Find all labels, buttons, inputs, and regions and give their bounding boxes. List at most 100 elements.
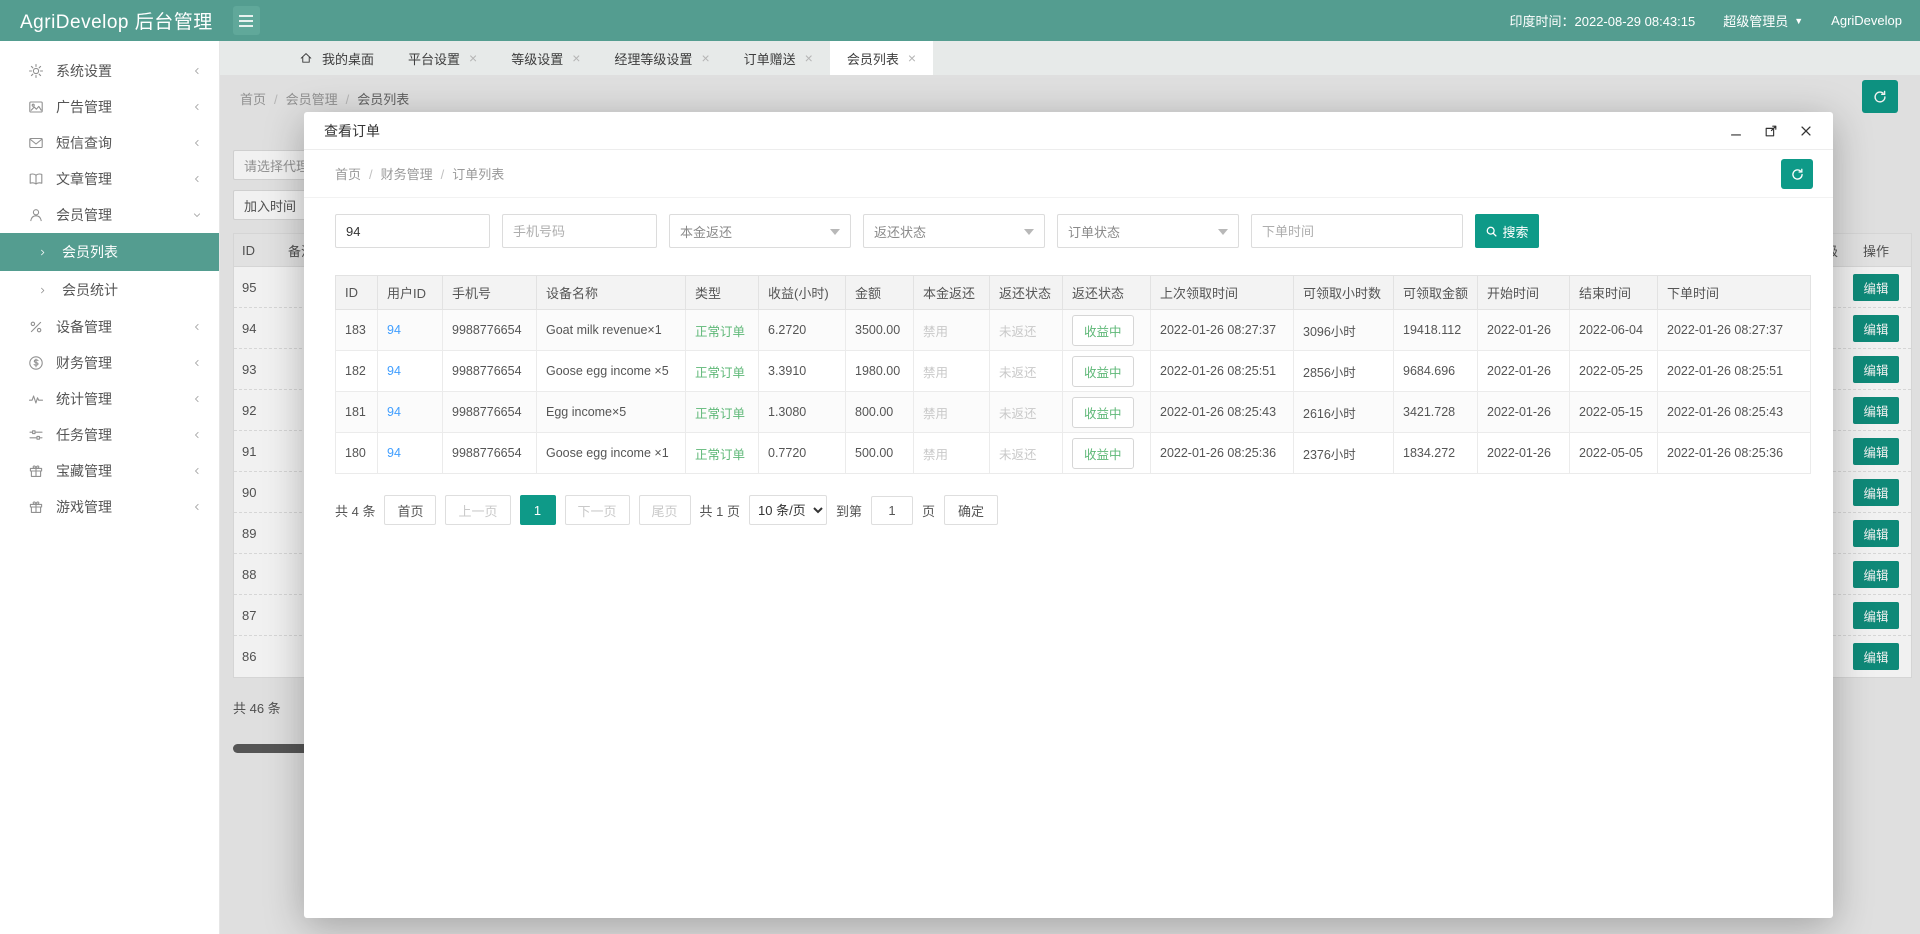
caret-down-icon [830, 229, 840, 235]
sidebar-item-task-management[interactable]: 任务管理 [0, 417, 219, 453]
phone-input[interactable] [502, 214, 657, 248]
order-status-select[interactable]: 订单状态 [1057, 214, 1239, 248]
breadcrumb-item[interactable]: 会员列表 [357, 92, 409, 107]
prev-page-button[interactable]: 上一页 [445, 495, 511, 525]
edit-button[interactable]: 编辑 [1853, 437, 1899, 465]
sidebar-item-treasure-management[interactable]: 宝藏管理 [0, 453, 219, 489]
tab-1[interactable]: 平台设置 × [391, 41, 494, 75]
tab-4[interactable]: 订单赠送 × [727, 41, 830, 75]
first-page-button[interactable]: 首页 [384, 495, 437, 525]
sidebar-subitem-member-stats[interactable]: 会员统计 [0, 271, 219, 309]
app-header: AgriDevelop 后台管理 印度时间：2022-08-29 08:43:1… [0, 0, 1920, 41]
order-time-input[interactable] [1251, 214, 1463, 248]
goto-unit: 页 [922, 503, 936, 519]
breadcrumb: 首页 / 财务管理 / 订单列表 [335, 167, 505, 182]
mail-icon [28, 135, 44, 151]
user-id-input[interactable] [335, 214, 490, 248]
coin-icon [28, 355, 44, 371]
sliders-icon [28, 427, 44, 443]
tab-2[interactable]: 等级设置 × [494, 41, 597, 75]
sidebar-item-game-management[interactable]: 游戏管理 [0, 489, 219, 525]
edit-button[interactable]: 编辑 [1853, 643, 1899, 670]
breadcrumb-item[interactable]: 首页 [335, 167, 361, 182]
principal-return-select[interactable]: 本金返还 [669, 214, 851, 248]
income-status-button[interactable]: 收益中 [1072, 314, 1134, 346]
sidebar-submenu: 会员列表 会员统计 [0, 233, 219, 309]
order-row: 180 94 9988776654 Goose egg income ×1 正常订单 0.… [335, 432, 1811, 474]
current-page-button[interactable]: 1 [519, 495, 556, 525]
chevron-left-icon [191, 101, 203, 113]
search-button[interactable]: 搜索 [1475, 214, 1539, 248]
breadcrumb-item[interactable]: 会员管理 [286, 92, 338, 107]
minimize-icon[interactable] [1729, 124, 1743, 138]
breadcrumb-item[interactable]: 订单列表 [452, 167, 504, 182]
sidebar-item-stats-management[interactable]: 统计管理 [0, 381, 219, 417]
edit-button[interactable]: 编辑 [1853, 396, 1899, 424]
sidebar-item-finance-management[interactable]: 财务管理 [0, 345, 219, 381]
income-status-button[interactable]: 收益中 [1072, 355, 1134, 387]
sidebar-item-article-management[interactable]: 文章管理 [0, 161, 219, 197]
confirm-button[interactable]: 确定 [944, 495, 999, 525]
pagination-total: 共 4 条 [335, 503, 376, 519]
refresh-button[interactable] [1781, 159, 1813, 189]
sidebar-menu: 系统设置 广告管理 短信查询 文章管理 会员管理 会员列表 会员统计 设备管理 财务管理 统计管理… [0, 41, 219, 525]
breadcrumb: 首页 / 会员管理 / 会员列表 [240, 92, 410, 107]
user-role-label: 超级管理员 [1723, 14, 1789, 29]
edit-button[interactable]: 编辑 [1853, 355, 1899, 383]
sidebar-item-member-management[interactable]: 会员管理 [0, 197, 219, 233]
breadcrumb-item[interactable]: 首页 [240, 92, 266, 107]
edit-button[interactable]: 编辑 [1853, 273, 1899, 301]
close-icon[interactable]: × [469, 51, 477, 65]
next-page-button[interactable]: 下一页 [564, 495, 630, 525]
user-id-link[interactable]: 94 [387, 323, 401, 337]
column-header: 上次领取时间 [1150, 275, 1294, 310]
return-status-select[interactable]: 返还状态 [863, 214, 1045, 248]
brand-name[interactable]: AgriDevelop [1831, 13, 1902, 28]
server-time: 印度时间：2022-08-29 08:43:15 [1509, 14, 1696, 29]
maximize-icon[interactable] [1764, 124, 1778, 138]
pulse-icon [28, 391, 44, 407]
edit-button[interactable]: 编辑 [1853, 601, 1899, 629]
sidebar-item-ad-management[interactable]: 广告管理 [0, 89, 219, 125]
order-row: 182 94 9988776654 Goose egg income ×5 正常订单 3.… [335, 350, 1811, 392]
column-header: 设备名称 [536, 275, 686, 310]
sidebar-item-system-settings[interactable]: 系统设置 [0, 53, 219, 89]
edit-button[interactable]: 编辑 [1853, 560, 1899, 588]
member-id: 95 [242, 279, 257, 295]
book-icon [28, 171, 44, 187]
user-id-link[interactable]: 94 [387, 364, 401, 378]
income-status-button[interactable]: 收益中 [1072, 437, 1134, 469]
gear-icon [28, 63, 44, 79]
column-header: 类型 [685, 275, 759, 310]
close-icon[interactable]: × [805, 51, 813, 65]
modal-titlebar: 查看订单 [304, 112, 1833, 150]
user-id-link[interactable]: 94 [387, 405, 401, 419]
close-icon[interactable]: × [908, 51, 916, 65]
sidebar-subitem-member-list[interactable]: 会员列表 [0, 233, 219, 271]
breadcrumb-item[interactable]: 财务管理 [381, 167, 433, 182]
sidebar-item-device-management[interactable]: 设备管理 [0, 309, 219, 345]
tab-3[interactable]: 经理等级设置 × [597, 41, 726, 75]
user-id-link[interactable]: 94 [387, 446, 401, 460]
order-row: 181 94 9988776654 Egg income×5 正常订单 1.3080 800… [335, 391, 1811, 433]
goto-page-input[interactable] [871, 495, 914, 525]
gift-icon [28, 463, 44, 479]
modal-title: 查看订单 [324, 122, 380, 139]
close-icon[interactable]: × [701, 51, 709, 65]
edit-button[interactable]: 编辑 [1853, 519, 1899, 547]
edit-button[interactable]: 编辑 [1853, 314, 1899, 342]
close-icon[interactable]: × [572, 51, 580, 65]
refresh-button[interactable] [1862, 80, 1898, 113]
tab-home[interactable]: 我的桌面 [282, 41, 391, 75]
last-page-button[interactable]: 尾页 [638, 495, 691, 525]
sidebar: 系统设置 广告管理 短信查询 文章管理 会员管理 会员列表 会员统计 设备管理 财务管理 统计管理… [0, 41, 220, 934]
column-header: 开始时间 [1477, 275, 1570, 310]
income-status-button[interactable]: 收益中 [1072, 396, 1134, 428]
user-role-menu[interactable]: 超级管理员 ▼ [1723, 11, 1803, 30]
sidebar-item-sms-query[interactable]: 短信查询 [0, 125, 219, 161]
close-icon[interactable] [1799, 124, 1813, 138]
hamburger-menu-button[interactable] [232, 6, 260, 35]
page-size-select[interactable]: 10 条/页 [749, 495, 827, 525]
tab-5[interactable]: 会员列表 × [829, 41, 934, 75]
edit-button[interactable]: 编辑 [1853, 478, 1899, 506]
